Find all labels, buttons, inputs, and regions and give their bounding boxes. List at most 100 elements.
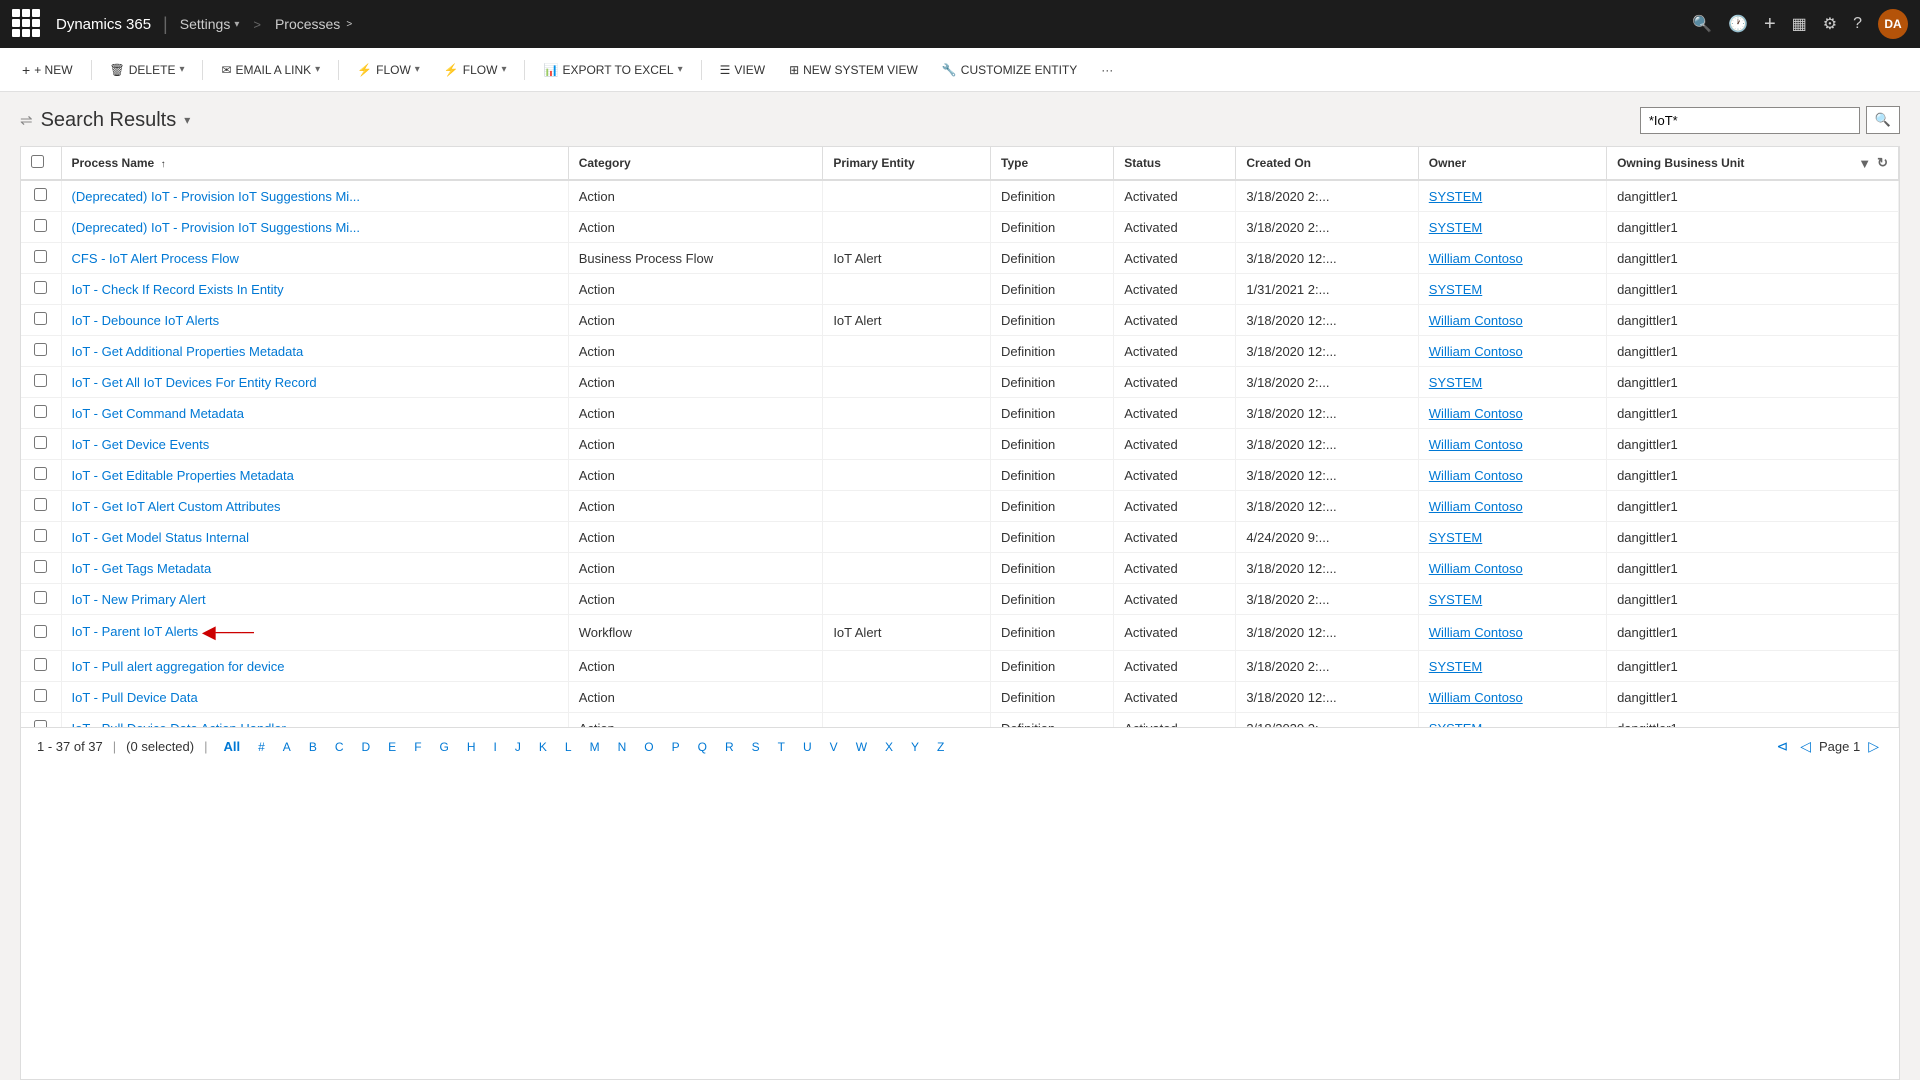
footer-letter-p[interactable]: P — [666, 738, 686, 756]
footer-letter-u[interactable]: U — [797, 738, 818, 756]
settings-icon[interactable]: ⚙ — [1823, 14, 1837, 34]
flow2-button[interactable]: ⚡ FLOW ▾ — [434, 57, 517, 83]
waffle-menu[interactable] — [12, 9, 42, 39]
table-row[interactable]: IoT - Get Command MetadataActionDefiniti… — [21, 398, 1899, 429]
row-checkbox[interactable] — [34, 343, 47, 356]
status-header[interactable]: Status — [1114, 147, 1236, 180]
table-row[interactable]: IoT - Get All IoT Devices For Entity Rec… — [21, 367, 1899, 398]
footer-letter-k[interactable]: K — [533, 738, 553, 756]
history-icon[interactable]: 🕐 — [1728, 14, 1748, 34]
table-row[interactable]: IoT - Parent IoT Alerts ◀───WorkflowIoT … — [21, 615, 1899, 651]
footer-letter-b[interactable]: B — [303, 738, 323, 756]
owner-link[interactable]: William Contoso — [1429, 406, 1523, 421]
export-excel-button[interactable]: 📊 EXPORT TO EXCEL ▾ — [533, 57, 692, 83]
footer-letter-y[interactable]: Y — [905, 738, 925, 756]
table-row[interactable]: IoT - Pull alert aggregation for deviceA… — [21, 651, 1899, 682]
table-row[interactable]: IoT - Pull Device Data Action HandlerAct… — [21, 713, 1899, 728]
table-row[interactable]: IoT - Debounce IoT AlertsActionIoT Alert… — [21, 305, 1899, 336]
row-checkbox[interactable] — [34, 250, 47, 263]
footer-letter-j[interactable]: J — [509, 738, 527, 756]
owner-link[interactable]: SYSTEM — [1429, 530, 1482, 545]
view-button[interactable]: ☰ VIEW — [710, 57, 775, 83]
table-row[interactable]: IoT - Get Editable Properties MetadataAc… — [21, 460, 1899, 491]
export-dropdown-arrow[interactable]: ▾ — [678, 64, 683, 75]
footer-letter-hash[interactable]: # — [252, 738, 271, 756]
user-avatar[interactable]: DA — [1878, 9, 1908, 39]
process-name-link[interactable]: IoT - Debounce IoT Alerts — [72, 313, 220, 328]
email-dropdown-arrow[interactable]: ▾ — [315, 64, 320, 75]
row-checkbox[interactable] — [34, 591, 47, 604]
table-row[interactable]: IoT - Get Tags MetadataActionDefinitionA… — [21, 553, 1899, 584]
row-checkbox[interactable] — [34, 467, 47, 480]
row-checkbox[interactable] — [34, 658, 47, 671]
owner-link[interactable]: William Contoso — [1429, 561, 1523, 576]
table-row[interactable]: IoT - New Primary AlertActionDefinitionA… — [21, 584, 1899, 615]
row-checkbox[interactable] — [34, 625, 47, 638]
footer-letter-o[interactable]: O — [638, 738, 659, 756]
footer-letter-i[interactable]: I — [488, 738, 503, 756]
owner-link[interactable]: SYSTEM — [1429, 592, 1482, 607]
owner-link[interactable]: SYSTEM — [1429, 282, 1482, 297]
select-all-checkbox[interactable] — [31, 155, 44, 168]
footer-letter-t[interactable]: T — [772, 738, 791, 756]
table-row[interactable]: IoT - Pull Device DataActionDefinitionAc… — [21, 682, 1899, 713]
owner-link[interactable]: SYSTEM — [1429, 375, 1482, 390]
table-row[interactable]: IoT - Get IoT Alert Custom AttributesAct… — [21, 491, 1899, 522]
footer-letter-z[interactable]: Z — [931, 738, 950, 756]
row-checkbox[interactable] — [34, 436, 47, 449]
footer-letter-m[interactable]: M — [584, 738, 606, 756]
footer-letter-x[interactable]: X — [879, 738, 899, 756]
table-row[interactable]: IoT - Check If Record Exists In EntityAc… — [21, 274, 1899, 305]
footer-letter-h[interactable]: H — [461, 738, 482, 756]
table-row[interactable]: IoT - Get Device EventsActionDefinitionA… — [21, 429, 1899, 460]
created-on-header[interactable]: Created On — [1236, 147, 1418, 180]
footer-letter-all[interactable]: All — [217, 737, 246, 756]
owner-link[interactable]: William Contoso — [1429, 313, 1523, 328]
footer-letter-l[interactable]: L — [559, 738, 578, 756]
filter-icon[interactable]: ▦ — [1792, 14, 1807, 34]
delete-button[interactable]: 🗑 DELETE ▾ — [100, 57, 195, 83]
next-page-button[interactable]: ▷ — [1864, 736, 1883, 757]
type-header[interactable]: Type — [991, 147, 1114, 180]
footer-letter-a[interactable]: A — [277, 738, 297, 756]
owner-link[interactable]: William Contoso — [1429, 468, 1523, 483]
row-checkbox[interactable] — [34, 689, 47, 702]
owning-bu-header[interactable]: Owning Business Unit ▼ ↻ — [1607, 147, 1899, 180]
table-row[interactable]: (Deprecated) IoT - Provision IoT Suggest… — [21, 180, 1899, 212]
breadcrumb-processes[interactable]: Processes > — [275, 16, 352, 32]
footer-letter-e[interactable]: E — [382, 738, 402, 756]
table-scroll-area[interactable]: Process Name ↑ Category Primary Entity T… — [21, 147, 1899, 727]
email-link-button[interactable]: ✉ EMAIL A LINK ▾ — [211, 57, 330, 83]
nav-settings[interactable]: Settings ▾ — [180, 16, 240, 32]
process-name-link[interactable]: IoT - Get Device Events — [72, 437, 210, 452]
process-name-link[interactable]: IoT - Get Additional Properties Metadata — [72, 344, 304, 359]
process-name-link[interactable]: (Deprecated) IoT - Provision IoT Suggest… — [72, 189, 361, 204]
new-button[interactable]: + + NEW — [12, 56, 83, 84]
process-name-link[interactable]: IoT - Pull Device Data Action Handler — [72, 721, 286, 728]
process-name-link[interactable]: IoT - Get Model Status Internal — [72, 530, 250, 545]
process-name-link[interactable]: IoT - Get Editable Properties Metadata — [72, 468, 294, 483]
owner-header[interactable]: Owner — [1418, 147, 1606, 180]
footer-letter-g[interactable]: G — [434, 738, 455, 756]
search-icon[interactable]: 🔍 — [1692, 14, 1712, 34]
owner-link[interactable]: William Contoso — [1429, 437, 1523, 452]
row-checkbox[interactable] — [34, 188, 47, 201]
row-checkbox[interactable] — [34, 281, 47, 294]
first-page-button[interactable]: ⊲ — [1773, 736, 1793, 757]
help-icon[interactable]: ? — [1853, 15, 1862, 33]
footer-letter-c[interactable]: C — [329, 738, 350, 756]
process-name-link[interactable]: (Deprecated) IoT - Provision IoT Suggest… — [72, 220, 361, 235]
owner-link[interactable]: SYSTEM — [1429, 220, 1482, 235]
table-row[interactable]: IoT - Get Additional Properties Metadata… — [21, 336, 1899, 367]
search-input[interactable] — [1640, 107, 1860, 134]
row-checkbox[interactable] — [34, 498, 47, 511]
footer-letter-s[interactable]: S — [746, 738, 766, 756]
flow1-button[interactable]: ⚡ FLOW ▾ — [347, 57, 430, 83]
category-header[interactable]: Category — [568, 147, 823, 180]
process-name-link[interactable]: IoT - New Primary Alert — [72, 592, 206, 607]
footer-letter-d[interactable]: D — [356, 738, 377, 756]
process-name-link[interactable]: IoT - Get Command Metadata — [72, 406, 244, 421]
table-row[interactable]: (Deprecated) IoT - Provision IoT Suggest… — [21, 212, 1899, 243]
owner-link[interactable]: SYSTEM — [1429, 189, 1482, 204]
table-row[interactable]: CFS - IoT Alert Process FlowBusiness Pro… — [21, 243, 1899, 274]
